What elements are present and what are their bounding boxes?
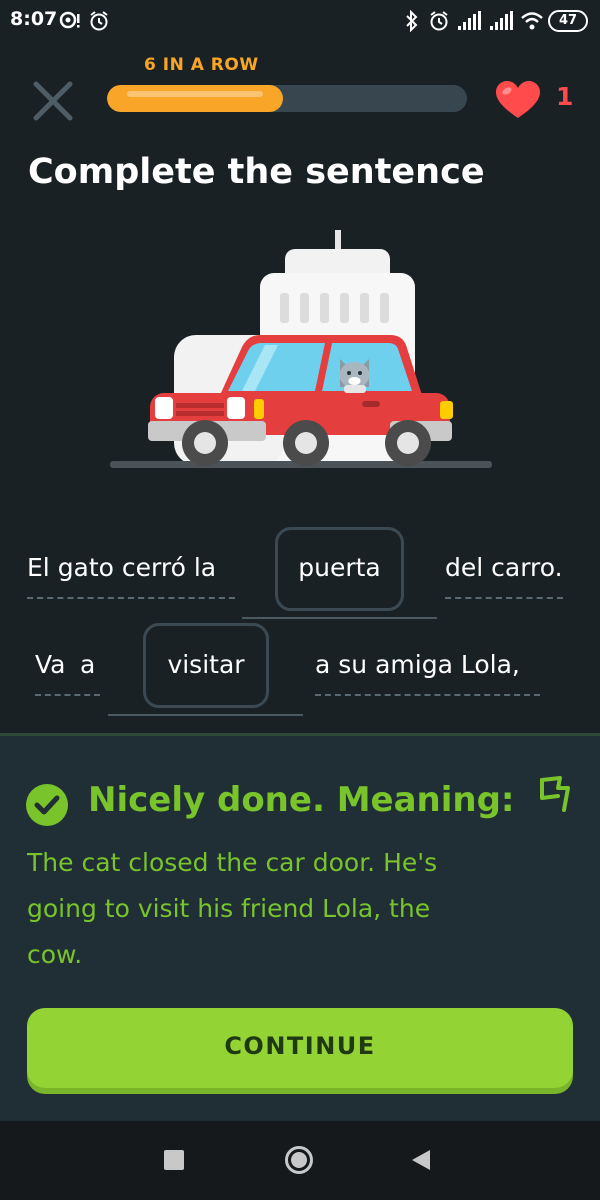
progress-fill	[107, 85, 284, 112]
word-underline	[27, 597, 235, 599]
lesson-progress-bar	[107, 85, 467, 112]
answer-blank-line	[108, 714, 303, 716]
sentence-text: a	[80, 650, 96, 679]
back-triangle-icon[interactable]	[410, 1149, 432, 1171]
close-icon[interactable]	[30, 78, 76, 124]
word-chip-puerta[interactable]: puerta	[275, 527, 404, 611]
feedback-meaning-text: The cat closed the car door. He's going …	[27, 848, 438, 969]
home-circle-icon[interactable]	[284, 1145, 314, 1175]
cat-driving-car-illustration	[110, 230, 492, 468]
continue-button[interactable]: CONTINUE	[27, 1008, 573, 1088]
sentence-text: del carro.	[445, 553, 563, 582]
sentence-text: Va	[35, 650, 66, 679]
answer-blank-line	[242, 617, 437, 619]
streak-label: 6 IN A ROW	[144, 55, 259, 75]
progress-shine	[127, 91, 264, 97]
sentence-text: El gato cerró la	[27, 553, 217, 582]
word-underline	[315, 694, 540, 696]
check-circle-icon	[26, 784, 68, 826]
feedback-title: Nicely done. Meaning:	[88, 780, 515, 820]
wifi-icon	[521, 12, 543, 30]
sentence-text: a su amiga Lola,	[315, 650, 520, 679]
alarm-icon	[430, 11, 448, 31]
hearts-count: 1	[556, 82, 574, 111]
word-underline	[445, 597, 563, 599]
signal-icon	[490, 11, 513, 30]
page-title: Complete the sentence	[28, 152, 485, 192]
heart-icon	[496, 81, 540, 118]
recents-square-icon[interactable]	[163, 1149, 185, 1171]
word-underline	[35, 694, 100, 696]
continue-button-label: CONTINUE	[224, 1032, 376, 1060]
status-bar: 8:07 47	[0, 0, 600, 44]
chat-bubble-icon	[59, 11, 80, 29]
word-chip-visitar[interactable]: visitar	[143, 623, 269, 708]
battery-icon: 47	[548, 10, 588, 32]
signal-icon	[458, 11, 481, 30]
alarm-icon	[90, 11, 108, 31]
bluetooth-icon	[406, 10, 418, 32]
status-time: 8:07	[10, 8, 58, 30]
navigation-bar	[0, 1121, 600, 1200]
flag-icon[interactable]	[536, 774, 572, 814]
